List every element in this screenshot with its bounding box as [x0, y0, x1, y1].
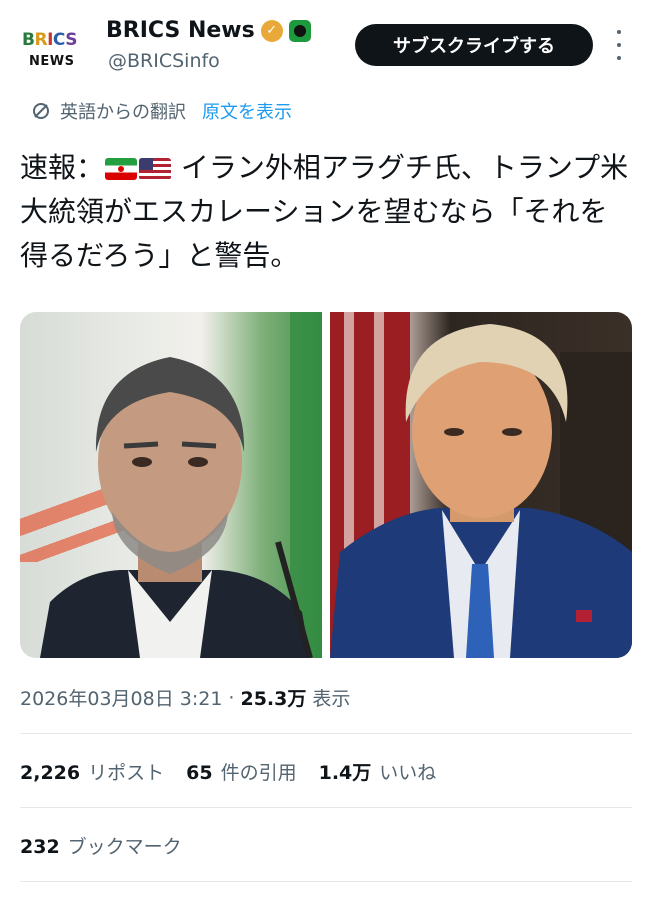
flag-iran-icon	[105, 158, 138, 180]
translate-icon	[30, 100, 52, 122]
views-label: 表示	[312, 688, 351, 710]
likes-stat[interactable]: 1.4万 いいね	[319, 758, 437, 785]
tweet-media[interactable]	[20, 312, 632, 658]
quotes-label: 件の引用	[220, 762, 297, 784]
show-original-link[interactable]: 原文を表示	[202, 98, 292, 124]
reposts-label: リポスト	[88, 762, 165, 784]
divider	[20, 733, 632, 734]
reposts-stat[interactable]: 2,226 リポスト	[20, 758, 164, 785]
reposts-count: 2,226	[20, 762, 81, 784]
media-photo-left[interactable]	[20, 312, 322, 658]
subscribe-button[interactable]: サブスクライブする	[355, 24, 593, 66]
meta-separator: ·	[228, 686, 235, 709]
translation-bar: 英語からの翻訳 原文を表示	[30, 98, 292, 124]
tweet-header: BRICS NEWS BRICS News ✓ @BRICSinfo サブスクラ…	[20, 16, 630, 80]
account-name[interactable]: BRICS News	[106, 18, 255, 43]
tweet-meta: 2026年03月08日 3:21 · 25.3万 表示	[20, 684, 350, 711]
divider	[20, 881, 632, 882]
affiliate-icon[interactable]	[288, 19, 311, 42]
avatar-logo-subtext: NEWS	[29, 54, 75, 69]
tweet-stats: 2,226 リポスト 65 件の引用 1.4万 いいね	[20, 758, 436, 785]
likes-label: いいね	[379, 762, 437, 784]
bookmarks-count: 232	[20, 836, 60, 858]
flag-us-icon	[139, 158, 172, 180]
bookmarks-label: ブックマーク	[67, 836, 182, 858]
account-handle[interactable]: @BRICSinfo	[108, 50, 220, 72]
more-vertical-icon[interactable]	[612, 30, 626, 60]
quotes-stat[interactable]: 65 件の引用	[186, 758, 296, 785]
tweet-timestamp[interactable]: 2026年03月08日 3:21	[20, 684, 222, 711]
views-count: 25.3万	[240, 688, 307, 710]
account-avatar[interactable]: BRICS NEWS	[20, 20, 86, 80]
media-photo-right[interactable]	[330, 312, 632, 658]
translation-label: 英語からの翻訳	[60, 102, 186, 123]
gold-check-icon[interactable]: ✓	[260, 19, 283, 42]
avatar-logo-text: BRICS	[22, 30, 77, 50]
account-name-row: BRICS News ✓	[106, 18, 311, 43]
tweet-prefix: 速報：	[20, 151, 105, 184]
quotes-count: 65	[186, 762, 213, 784]
divider	[20, 807, 632, 808]
bookmarks-stat[interactable]: 232 ブックマーク	[20, 832, 182, 859]
tweet-text: 速報： イラン外相アラグチ氏、トランプ米大統領がエスカレーションを望むなら「それ…	[20, 146, 630, 278]
likes-count: 1.4万	[318, 762, 372, 784]
